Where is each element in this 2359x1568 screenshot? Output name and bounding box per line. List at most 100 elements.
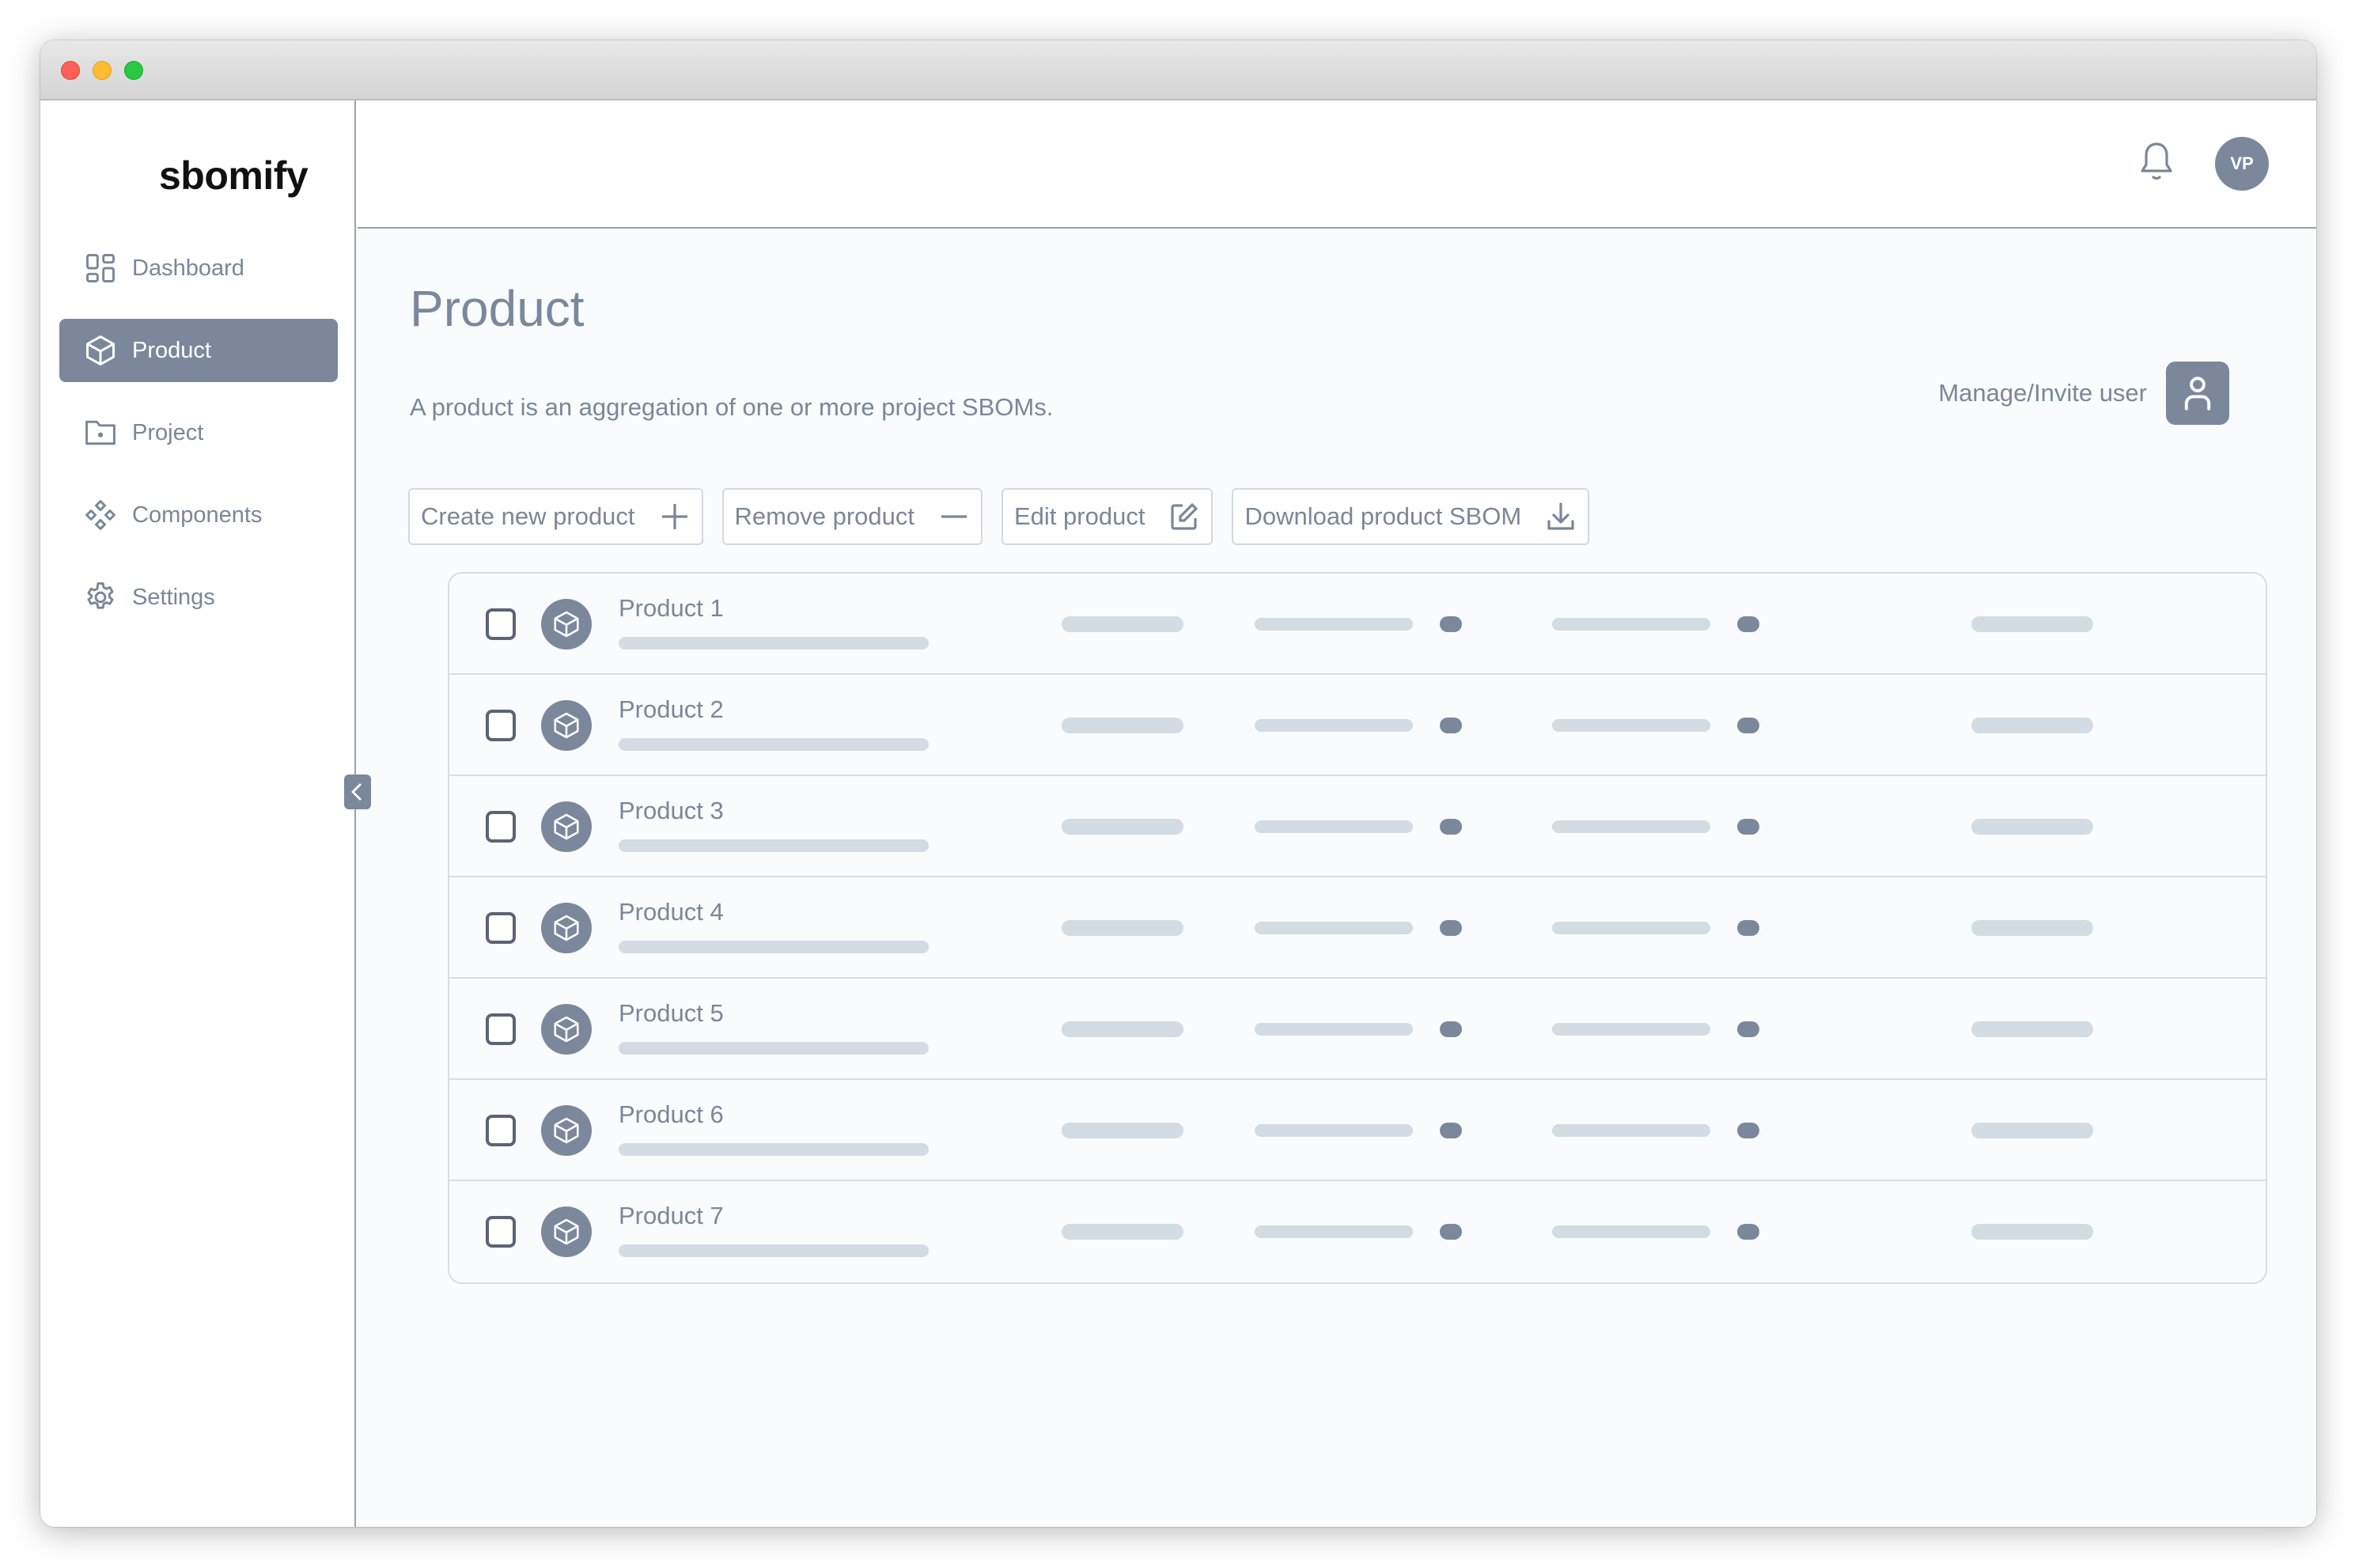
progress-bar [1552, 1124, 1710, 1137]
remove-product-button[interactable]: Remove product [721, 488, 983, 545]
table-row[interactable]: Product 1 [449, 574, 2266, 675]
skeleton-placeholder [1971, 920, 2093, 936]
dashboard-grid-icon [86, 254, 115, 282]
table-row[interactable]: Product 4 [449, 877, 2266, 979]
skeleton-placeholder [619, 1143, 929, 1156]
table-row[interactable]: Product 6 [449, 1080, 2266, 1181]
skeleton-placeholder [619, 1244, 929, 1257]
minus-icon [941, 515, 967, 518]
row-checkbox[interactable] [486, 1216, 516, 1248]
row-checkbox[interactable] [486, 1115, 516, 1146]
status-dot [1440, 1224, 1462, 1240]
status-dot [1440, 718, 1462, 733]
product-avatar [541, 700, 592, 751]
user-avatar[interactable]: VP [2215, 137, 2269, 191]
row-checkbox[interactable] [486, 608, 516, 640]
brand-name: sbomify [159, 153, 309, 198]
table-row[interactable]: Product 5 [449, 979, 2266, 1080]
cube-icon [554, 1016, 579, 1043]
cube-icon [554, 813, 579, 840]
sidebar-item-label: Project [132, 419, 204, 445]
status-dot [1737, 718, 1759, 733]
progress-bar [1255, 1023, 1413, 1036]
cube-icon [554, 712, 579, 739]
download-sbom-label: Download product SBOM [1244, 502, 1522, 530]
product-avatar [541, 801, 592, 852]
sidebar-item-product[interactable]: Product [59, 319, 338, 382]
table-row[interactable]: Product 3 [449, 776, 2266, 877]
sidebar-item-label: Product [132, 337, 211, 363]
product-avatar [541, 1105, 592, 1156]
product-name[interactable]: Product 2 [619, 695, 724, 724]
product-avatar [541, 1206, 592, 1257]
product-name[interactable]: Product 7 [619, 1202, 724, 1230]
minimize-window-button[interactable] [93, 61, 112, 80]
remove-product-label: Remove product [734, 502, 914, 530]
sidebar-item-components[interactable]: Components [59, 483, 338, 547]
create-product-button[interactable]: Create new product [408, 488, 703, 545]
product-name[interactable]: Product 3 [619, 797, 724, 825]
product-name[interactable]: Product 5 [619, 999, 724, 1028]
brand-logo[interactable]: sbomify [93, 148, 309, 203]
product-name[interactable]: Product 4 [619, 898, 724, 926]
product-table: Product 1 Product 2 Product 3 Product 4 … [448, 572, 2267, 1284]
skeleton-placeholder [619, 637, 929, 650]
status-dot [1737, 819, 1759, 835]
edit-pencil-icon [1171, 503, 1198, 530]
sidebar-item-dashboard[interactable]: Dashboard [59, 237, 338, 300]
folder-icon [85, 420, 115, 445]
title-bar [40, 40, 2316, 100]
skeleton-placeholder [1062, 616, 1183, 632]
status-dot [1737, 1021, 1759, 1037]
table-row[interactable]: Product 7 [449, 1181, 2266, 1282]
cube-icon [554, 611, 579, 638]
user-icon [2184, 377, 2211, 411]
cube-icon [554, 915, 579, 941]
plus-icon [661, 504, 687, 529]
cube-icon [554, 1218, 579, 1245]
close-window-button[interactable] [61, 61, 80, 80]
skeleton-placeholder [619, 1042, 929, 1055]
sidebar-item-settings[interactable]: Settings [59, 566, 338, 629]
edit-product-button[interactable]: Edit product [1002, 488, 1214, 545]
sidebar-item-project[interactable]: Project [59, 401, 338, 464]
zoom-window-button[interactable] [124, 61, 143, 80]
skeleton-placeholder [1062, 1021, 1183, 1037]
status-dot [1440, 1123, 1462, 1138]
row-checkbox[interactable] [486, 1013, 516, 1045]
row-checkbox[interactable] [486, 811, 516, 843]
sidebar: sbomify Dashboard Product Project Compon… [40, 100, 356, 1527]
product-name[interactable]: Product 1 [619, 594, 724, 623]
app-window: sbomify Dashboard Product Project Compon… [40, 40, 2316, 1527]
progress-bar [1255, 922, 1413, 934]
progress-bar [1255, 1124, 1413, 1137]
status-dot [1737, 1123, 1759, 1138]
bell-icon[interactable] [2137, 140, 2175, 184]
product-name[interactable]: Product 6 [619, 1100, 724, 1129]
sidebar-item-label: Settings [132, 584, 215, 610]
create-product-label: Create new product [421, 502, 635, 530]
progress-bar [1552, 719, 1710, 732]
row-checkbox[interactable] [486, 912, 516, 944]
progress-bar [1552, 1225, 1710, 1238]
skeleton-placeholder [619, 941, 929, 953]
product-avatar [541, 599, 592, 650]
sidebar-item-label: Components [132, 502, 263, 528]
cube-icon [554, 1117, 579, 1144]
main-content: Product A product is an aggregation of o… [358, 230, 2316, 1527]
manage-invite-user: Manage/Invite user [1938, 362, 2229, 425]
status-dot [1440, 819, 1462, 835]
skeleton-placeholder [1971, 616, 2093, 632]
manage-invite-user-button[interactable] [2166, 362, 2229, 425]
collapse-sidebar-button[interactable] [344, 775, 371, 809]
skeleton-placeholder [1971, 718, 2093, 733]
product-toolbar: Create new product Remove product Edit p… [408, 488, 1590, 545]
progress-bar [1552, 922, 1710, 934]
download-sbom-button[interactable]: Download product SBOM [1232, 488, 1590, 545]
skeleton-placeholder [1971, 1224, 2093, 1240]
top-header: VP [358, 100, 2316, 229]
table-row[interactable]: Product 2 [449, 675, 2266, 776]
components-diamond-icon [85, 500, 115, 530]
progress-bar [1552, 820, 1710, 833]
row-checkbox[interactable] [486, 710, 516, 741]
